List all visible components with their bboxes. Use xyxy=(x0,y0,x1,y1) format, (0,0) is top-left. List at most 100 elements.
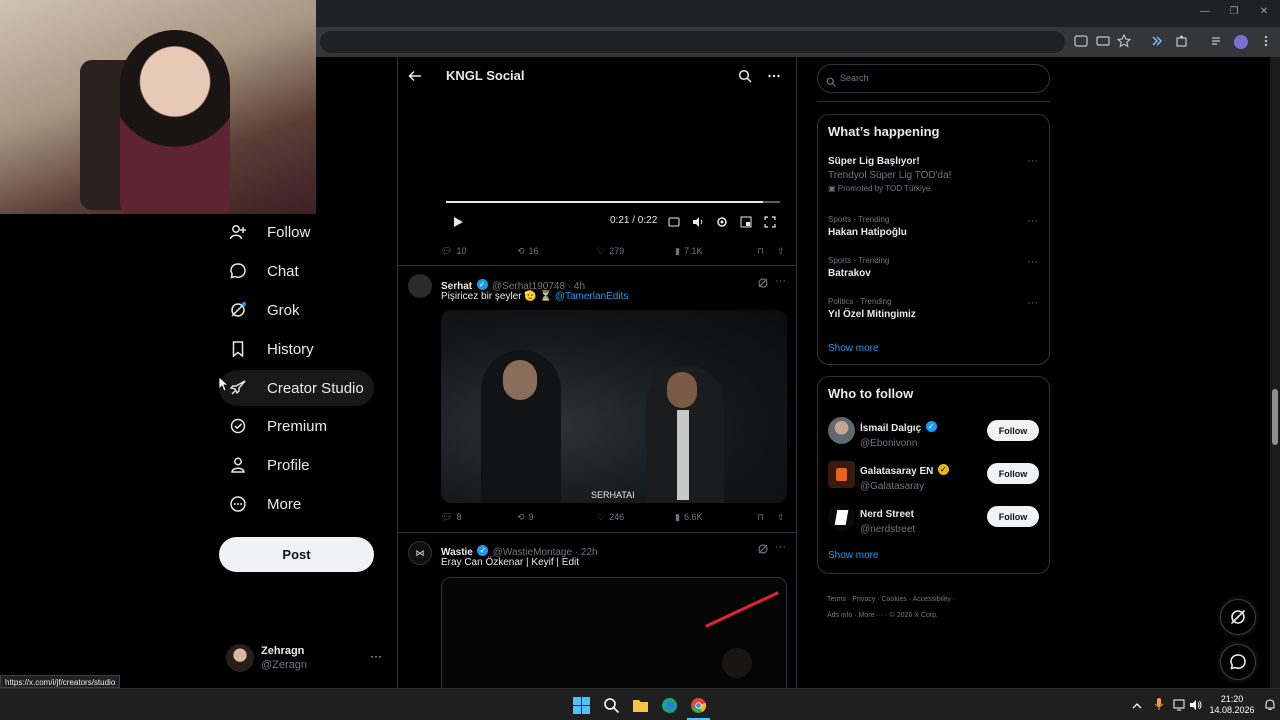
share-icon[interactable]: ⇧ xyxy=(777,512,785,523)
trend-item[interactable]: Sports · Trending Hakan Hatipoğlu xyxy=(828,215,1028,238)
pip-icon[interactable] xyxy=(740,215,752,228)
avatar[interactable] xyxy=(828,504,855,531)
grok-float-button[interactable] xyxy=(1220,599,1256,635)
avatar[interactable] xyxy=(408,274,432,298)
close-icon[interactable]: ✕ xyxy=(1257,6,1271,20)
nav-item-follow[interactable]: Follow xyxy=(219,214,320,250)
taskbar-search-icon[interactable] xyxy=(603,697,620,714)
account-switcher[interactable]: Zehragn @Zeragn ··· xyxy=(226,641,386,677)
show-more-link[interactable]: Show more xyxy=(828,550,879,561)
tweet-more-icon[interactable]: ··· xyxy=(775,541,786,553)
footer-link[interactable]: Accessibility xyxy=(913,596,951,603)
follow-button[interactable]: Follow xyxy=(987,506,1039,527)
like-action[interactable]: ♡ 279 xyxy=(597,246,675,257)
follow-suggestion[interactable]: Nerd Street @nerdstreet xyxy=(860,504,915,535)
footer-link[interactable]: More ··· xyxy=(859,612,884,619)
footer-link[interactable]: Ads info xyxy=(827,612,852,619)
browser-menu-icon[interactable] xyxy=(1258,34,1274,50)
trend-item[interactable]: Sports · Trending Batrakov xyxy=(828,256,1028,279)
footer-link[interactable]: Terms xyxy=(827,596,846,603)
trend-item[interactable]: Politics · Trending Yıl Özel Mitingimiz xyxy=(828,297,1028,320)
footer-link[interactable]: Privacy xyxy=(852,596,875,603)
tweet-media-image[interactable] xyxy=(441,577,787,688)
repost-action[interactable]: ⟲ 16 xyxy=(517,246,597,257)
clock-date[interactable]: 14.08.2026 xyxy=(1206,705,1258,715)
media-control-icon[interactable] xyxy=(1209,34,1225,50)
trend-more-icon[interactable]: ··· xyxy=(1027,297,1038,309)
settings-icon[interactable] xyxy=(716,215,728,227)
scrollbar-thumb[interactable] xyxy=(1272,389,1278,445)
follow-suggestion[interactable]: İsmail Dalgıç ✓ @Ebonivonn xyxy=(860,418,937,449)
timeline: KNGL Social 0:21 / 0:22 💬︎ 10 ⟲ 16 ♡ 279… xyxy=(397,57,797,688)
minimize-icon[interactable]: — xyxy=(1198,6,1212,20)
page-scrollbar[interactable] xyxy=(1270,57,1280,688)
install-app-icon[interactable] xyxy=(1095,34,1111,50)
clock-time[interactable]: 21:20 xyxy=(1212,694,1252,704)
bookmark-action-icon[interactable]: ⊓ xyxy=(757,246,777,257)
nav-item-chat[interactable]: Chat xyxy=(219,253,309,289)
nav-item-grok[interactable]: Grok xyxy=(219,292,310,328)
account-more-icon[interactable]: ··· xyxy=(370,649,382,663)
microphone-icon[interactable] xyxy=(1154,697,1164,711)
show-more-link[interactable]: Show more xyxy=(828,343,879,354)
nav-item-history[interactable]: History xyxy=(219,331,324,367)
nav-item-more[interactable]: More xyxy=(219,486,311,522)
nav-item-premium[interactable]: Premium xyxy=(219,408,337,444)
post-button[interactable]: Post xyxy=(219,537,374,572)
file-explorer-icon[interactable] xyxy=(632,697,649,714)
back-arrow-icon[interactable] xyxy=(408,69,422,83)
views-action[interactable]: ▮ 7.1K xyxy=(675,246,757,257)
nav-item-creator-studio[interactable]: Creator Studio xyxy=(219,370,374,406)
trend-more-icon[interactable]: ··· xyxy=(1027,256,1038,268)
avatar[interactable]: ⋈ xyxy=(408,541,432,565)
windows-start-icon[interactable] xyxy=(573,697,590,714)
who-to-follow-card: Who to follow İsmail Dalgıç ✓ @Ebonivonn… xyxy=(817,376,1050,574)
profile-avatar-icon[interactable] xyxy=(1234,35,1248,49)
follow-suggestion[interactable]: Galatasaray EN ✓ @Galatasaray xyxy=(860,461,949,492)
reply-action[interactable]: 💬︎ 8 xyxy=(441,512,517,523)
notifications-bell-icon[interactable] xyxy=(1264,698,1276,710)
search-input[interactable]: Search xyxy=(817,64,1050,93)
network-icon[interactable] xyxy=(1173,698,1187,711)
grok-explain-icon[interactable] xyxy=(757,276,769,288)
captions-icon[interactable] xyxy=(668,215,680,227)
tweet-media-image[interactable]: SERHATAI xyxy=(441,310,787,503)
show-hidden-icons-icon[interactable] xyxy=(1132,698,1142,709)
puzzle-icon[interactable] xyxy=(1174,34,1190,50)
extension-icon[interactable] xyxy=(1149,34,1165,50)
promoted-trend[interactable]: Süper Lig Başlıyor! Trendyol Süper Lig T… xyxy=(828,156,1043,193)
trend-more-icon[interactable]: ··· xyxy=(1027,155,1038,167)
edge-browser-icon[interactable] xyxy=(661,697,678,714)
like-action[interactable]: ♡ 246 xyxy=(597,512,675,523)
fullscreen-icon[interactable] xyxy=(764,215,776,228)
search-icon[interactable] xyxy=(738,69,752,83)
video-progress-track[interactable] xyxy=(446,201,780,203)
translate-icon[interactable] xyxy=(1073,34,1089,50)
more-options-icon[interactable] xyxy=(767,69,781,83)
follow-button[interactable]: Follow xyxy=(987,420,1039,441)
nav-item-profile[interactable]: Profile xyxy=(219,447,320,483)
views-action[interactable]: ▮ 6.6K xyxy=(675,512,757,523)
play-icon[interactable] xyxy=(452,215,464,227)
repost-action[interactable]: ⟲ 9 xyxy=(517,512,597,523)
mention-link[interactable]: @TamerlanEdits xyxy=(555,291,629,302)
volume-icon[interactable] xyxy=(1189,698,1203,710)
video-player[interactable]: 0:21 / 0:22 xyxy=(440,95,786,235)
footer-link[interactable]: Cookies xyxy=(881,596,906,603)
bookmark-action-icon[interactable]: ⊓ xyxy=(757,512,777,523)
bookmark-star-icon[interactable] xyxy=(1116,33,1132,50)
heart-icon: ♡ xyxy=(597,511,606,522)
grok-explain-icon[interactable] xyxy=(757,542,769,554)
tweet-more-icon[interactable]: ··· xyxy=(775,275,786,287)
restore-icon[interactable]: ❐ xyxy=(1227,6,1241,20)
messages-float-button[interactable] xyxy=(1220,644,1256,680)
address-bar[interactable] xyxy=(320,31,1065,53)
reply-action[interactable]: 💬︎ 10 xyxy=(441,246,517,257)
avatar[interactable] xyxy=(828,461,855,488)
volume-icon[interactable] xyxy=(692,215,704,227)
trend-more-icon[interactable]: ··· xyxy=(1027,215,1038,227)
avatar[interactable] xyxy=(828,417,855,444)
chrome-browser-icon[interactable] xyxy=(690,697,707,714)
follow-button[interactable]: Follow xyxy=(987,463,1039,484)
share-icon[interactable]: ⇧ xyxy=(777,246,785,257)
